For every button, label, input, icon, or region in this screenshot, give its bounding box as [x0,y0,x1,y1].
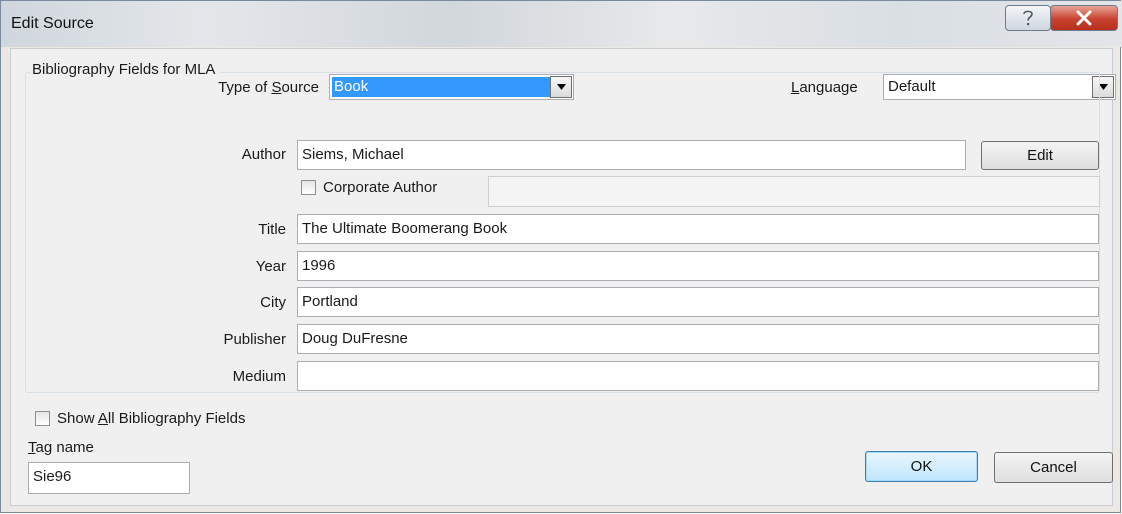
title-field[interactable]: The Ultimate Boomerang Book [297,214,1099,244]
city-field[interactable]: Portland [297,287,1099,317]
tag-name-field[interactable]: Sie96 [28,462,190,494]
edit-author-button[interactable]: Edit [981,141,1099,170]
publisher-label: Publisher [223,331,286,348]
medium-label: Medium [232,368,286,385]
group-title: Bibliography Fields for MLA [30,61,221,78]
close-button[interactable] [1050,5,1118,31]
city-label: City [260,294,286,311]
window-title: Edit Source [11,15,94,32]
edit-source-dialog: Edit Source Type of Source Book Language… [0,0,1122,513]
close-icon [1076,10,1092,26]
medium-field[interactable] [297,361,1099,391]
year-label: Year [255,258,286,275]
corporate-author-checkbox[interactable] [301,180,316,195]
show-all-fields-checkbox[interactable] [35,411,50,426]
author-field[interactable]: Siems, Michael [297,140,966,170]
title-bar[interactable]: Edit Source [1,1,1122,47]
help-icon [1023,10,1033,26]
ok-button[interactable]: OK [865,451,978,482]
year-field[interactable]: 1996 [297,251,1099,281]
author-label: Author [241,146,286,163]
help-button[interactable] [1005,5,1051,31]
title-label: Title [258,221,286,238]
corporate-author-label: Corporate Author [323,179,438,196]
publisher-field[interactable]: Doug DuFresne [297,324,1099,354]
show-all-fields-label: Show All Bibliography Fields [57,410,246,427]
cancel-button[interactable]: Cancel [994,452,1113,483]
corporate-author-field[interactable] [488,176,1100,207]
tag-name-label: Tag name [28,439,94,456]
